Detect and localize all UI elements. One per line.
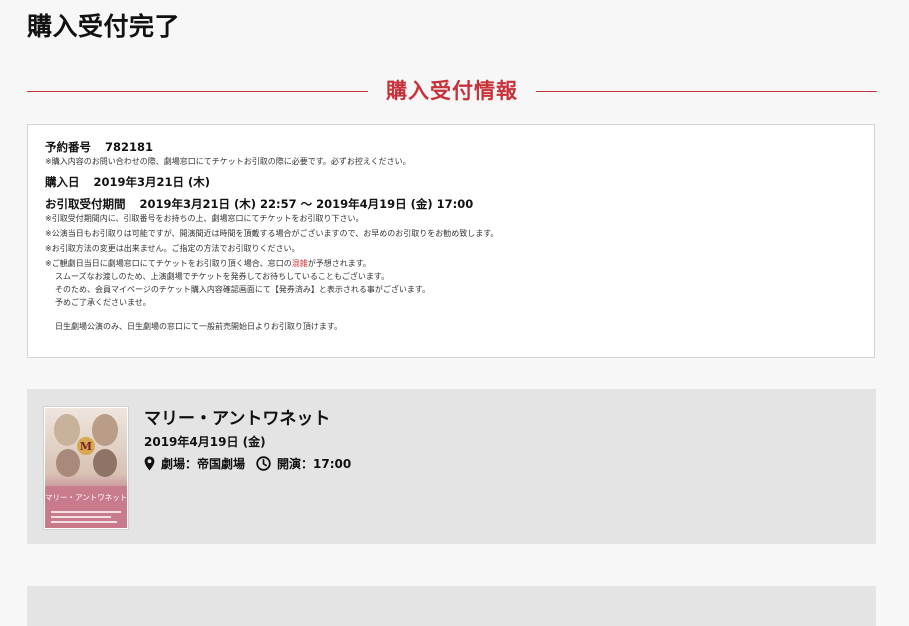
reservation-number-note: ※購入内容のお問い合わせの際、劇場窓口にてチケットお引取の際に必要です。必ずお控… (45, 157, 411, 166)
page-title: 購入受付完了 (27, 12, 181, 41)
purchase-date-label: 購入日 (45, 175, 80, 189)
venue-info: 劇場：帝国劇場 (144, 455, 245, 472)
poster-title: マリー・アントワネット (45, 493, 128, 502)
pickup-period-row: お引取受付期間 2019年3月21日 (木) 22:57 〜 2019年4月19日… (45, 196, 857, 212)
purchase-date-row: 購入日 2019年3月21日 (木) (45, 174, 857, 190)
event-date: 2019年4月19日 (金) (144, 435, 266, 449)
event-card: M マリー・アントワネット マリー・アントワネット 2019年4月19日 (金)… (27, 389, 876, 544)
reservation-number-label: 予約番号 (45, 140, 91, 154)
pickup-period-value: 2019年3月21日 (木) 22:57 〜 2019年4月19日 (金) 17… (139, 197, 474, 211)
clock-icon (256, 456, 271, 471)
pickup-period-label: お引取受付期間 (45, 197, 126, 211)
venue-label: 劇場：帝国劇場 (161, 457, 246, 471)
congestion-highlight: 混雑 (291, 259, 308, 268)
reservation-number-row: 予約番号 782181 (45, 139, 857, 155)
congestion-note: ※ご観劇日当日に劇場窓口にてチケットをお引取り頂く場合、窓口の混雑が予想されます… (45, 257, 857, 270)
congestion-note-text-end: が予想されます。 (307, 259, 371, 268)
pickup-note: ※公演当日もお引取りは可能ですが、開演間近は時間を頂戴する場合がございますので、… (45, 229, 499, 238)
start-time-label: 開演：17:00 (277, 457, 352, 471)
section-heading-label: 購入受付情報 (386, 79, 518, 103)
congestion-detail: 予めご了承くださいませ。 (55, 298, 151, 307)
event-meta: 劇場：帝国劇場 開演：17:00 (144, 455, 351, 472)
reservation-number-value: 782181 (105, 140, 154, 154)
nissay-note: 日生劇場公演のみ、日生劇場の窓口にて一般前売開始日よりお引取り頂けます。 (55, 322, 343, 331)
start-time-info: 開演：17:00 (256, 455, 351, 472)
pickup-note: ※引取受付期間内に、引取番号をお持ちの上、劇場窓口にてチケットをお引取り下さい。 (45, 214, 364, 223)
next-event-card (27, 586, 876, 626)
event-poster-image: M マリー・アントワネット (44, 407, 128, 529)
congestion-detail: スムーズなお渡しのため、上演劇場でチケットを発券してお待ちしていることもございま… (55, 272, 390, 281)
heading-divider-right (536, 91, 877, 92)
event-title: マリー・アントワネット (144, 409, 331, 429)
purchase-date-value: 2019年3月21日 (木) (93, 175, 211, 189)
purchase-info-box: 予約番号 782181 ※購入内容のお問い合わせの際、劇場窓口にてチケットお引取の… (27, 124, 875, 358)
congestion-detail: そのため、会員マイページのチケット購入内容確認画面にて【発券済み】と表示される事… (55, 285, 431, 294)
pickup-note: ※お引取方法の変更は出来ません。ご指定の方法でお引取りください。 (45, 244, 300, 253)
section-heading: 購入受付情報 (27, 74, 877, 108)
congestion-note-text: ※ご観劇日当日に劇場窓口にてチケットをお引取り頂く場合、窓口の (45, 259, 292, 268)
svg-text:M: M (80, 440, 92, 453)
map-pin-icon (144, 456, 155, 471)
